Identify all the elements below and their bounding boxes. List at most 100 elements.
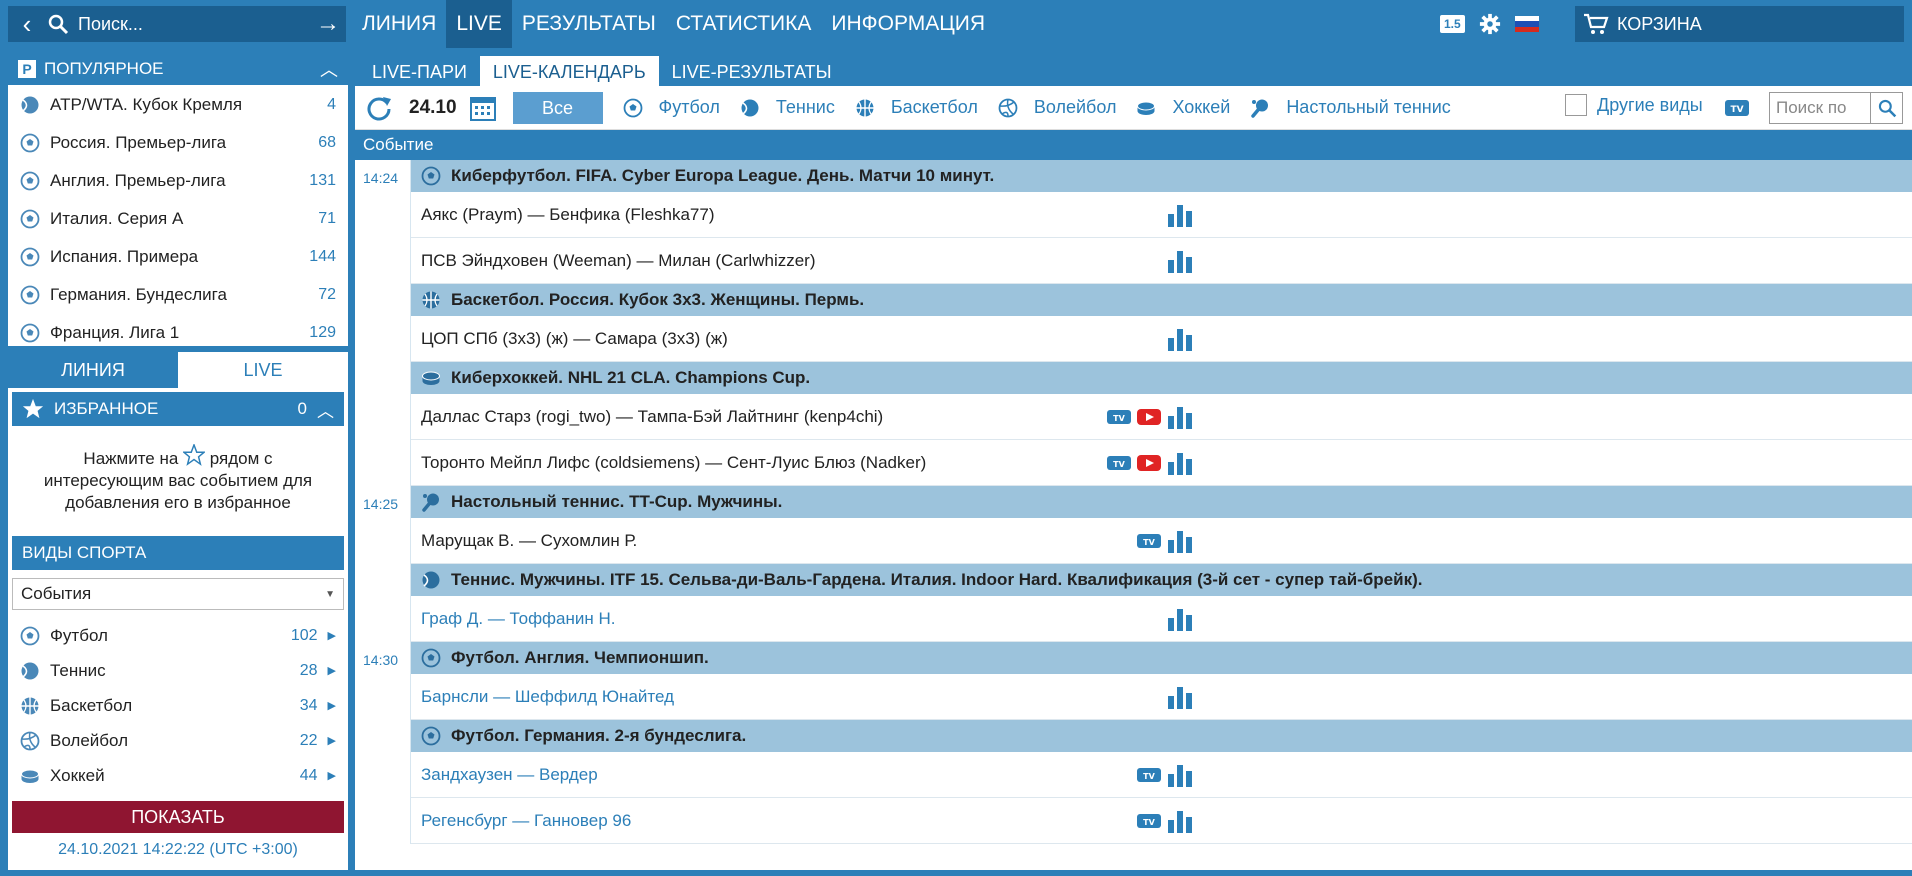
event-search-button[interactable] (1870, 93, 1902, 123)
league-row[interactable]: Настольный теннис. TT-Cup. Мужчины. (411, 486, 1912, 518)
filter-tabletennis[interactable]: Настольный теннис (1250, 97, 1451, 118)
tv-icon[interactable]: TV (1137, 532, 1161, 555)
statistics-icon[interactable] (1167, 808, 1193, 839)
cart-button[interactable]: КОРЗИНА (1575, 6, 1904, 42)
tv-filter-icon[interactable]: TV (1725, 98, 1749, 118)
expand-triangle-icon[interactable]: ▶ (328, 699, 336, 712)
filter-all-button[interactable]: Все (512, 91, 603, 124)
match-row[interactable]: ЦОП СПб (3х3) (ж) — Самара (3х3) (ж) (411, 316, 1912, 362)
popular-item[interactable]: Испания. Примера 144 (8, 238, 348, 276)
popular-item[interactable]: Англия. Премьер-лига 131 (8, 162, 348, 200)
statistics-icon[interactable] (1167, 450, 1193, 481)
expand-triangle-icon[interactable]: ▶ (328, 629, 336, 642)
statistics-icon[interactable] (1167, 762, 1193, 793)
youtube-icon[interactable] (1137, 454, 1161, 477)
match-name[interactable]: Торонто Мейпл Лифс (coldsiemens) — Сент-… (421, 453, 926, 473)
odds-format-badge[interactable]: 1.5 (1440, 15, 1465, 33)
league-row[interactable]: Футбол. Англия. Чемпионшип. (411, 642, 1912, 674)
match-name[interactable]: Зандхаузен — Вердер (421, 765, 598, 785)
search-input[interactable]: Поиск... (78, 14, 310, 35)
expand-triangle-icon[interactable]: ▶ (328, 664, 336, 677)
match-row[interactable]: Даллас Старз (rogi_two) — Тампа-Бэй Лайт… (411, 394, 1912, 440)
filter-basketball[interactable]: Баскетбол (855, 97, 978, 118)
sport-item-basketball[interactable]: Баскетбол 34 ▶ (12, 688, 344, 723)
match-name[interactable]: Марущак В. — Сухомлин Р. (421, 531, 637, 551)
show-button[interactable]: ПОКАЗАТЬ (12, 801, 344, 833)
statistics-icon[interactable] (1167, 528, 1193, 559)
match-row[interactable]: Зандхаузен — Вердер TV (411, 752, 1912, 798)
match-row[interactable]: Граф Д. — Тоффанин Н. (411, 596, 1912, 642)
league-row[interactable]: Теннис. Мужчины. ITF 15. Сельва-ди-Валь-… (411, 564, 1912, 596)
league-row[interactable]: Футбол. Германия. 2-я бундеслига. (411, 720, 1912, 752)
expand-triangle-icon[interactable]: ▶ (328, 734, 336, 747)
filter-hockey[interactable]: Хоккей (1136, 97, 1230, 118)
match-row[interactable]: Торонто Мейпл Лифс (coldsiemens) — Сент-… (411, 440, 1912, 486)
match-row[interactable]: Марущак В. — Сухомлин Р. TV (411, 518, 1912, 564)
statistics-icon[interactable] (1167, 326, 1193, 357)
match-name[interactable]: Барнсли — Шеффилд Юнайтед (421, 687, 674, 707)
match-name[interactable]: Аякс (Praym) — Бенфика (Fleshka77) (421, 205, 715, 225)
match-name[interactable]: Регенсбург — Ганновер 96 (421, 811, 631, 831)
youtube-icon[interactable] (1137, 408, 1161, 431)
search-box[interactable]: ‹ Поиск... → (8, 6, 346, 42)
sport-item-hockey[interactable]: Хоккей 44 ▶ (12, 758, 344, 793)
tab-live[interactable]: LIVE (178, 352, 348, 388)
live-tab-2[interactable]: LIVE-РЕЗУЛЬТАТЫ (659, 56, 845, 86)
match-name[interactable]: Граф Д. — Тоффанин Н. (421, 609, 616, 629)
favorites-header[interactable]: ИЗБРАННОЕ 0 ︿ (12, 392, 344, 426)
tv-icon[interactable]: TV (1137, 766, 1161, 789)
sport-item-tennis[interactable]: Теннис 28 ▶ (12, 653, 344, 688)
event-search-input[interactable]: Поиск по (1770, 98, 1870, 118)
sports-filter-select[interactable]: События ▼ (12, 578, 344, 610)
selected-date[interactable]: 24.10 (409, 97, 457, 119)
popular-item[interactable]: ATP/WTA. Кубок Кремля 4 (8, 86, 348, 124)
filter-football[interactable]: Футбол (623, 97, 720, 118)
expand-triangle-icon[interactable]: ▶ (328, 769, 336, 782)
match-name[interactable]: ЦОП СПб (3х3) (ж) — Самара (3х3) (ж) (421, 329, 728, 349)
search-go-arrow-icon[interactable]: → (310, 10, 346, 38)
tv-icon[interactable]: TV (1107, 408, 1131, 431)
gear-icon[interactable] (1479, 13, 1501, 35)
statistics-icon[interactable] (1167, 606, 1193, 637)
statistics-icon[interactable] (1167, 248, 1193, 279)
nav-item-2[interactable]: РЕЗУЛЬТАТЫ (512, 0, 666, 48)
match-row[interactable]: Барнсли — Шеффилд Юнайтед (411, 674, 1912, 720)
sport-item-football[interactable]: Футбол 102 ▶ (12, 618, 344, 653)
league-row[interactable]: Киберхоккей. NHL 21 CLA. Champions Cup. (411, 362, 1912, 394)
calendar-icon[interactable] (469, 94, 497, 122)
nav-item-0[interactable]: ЛИНИЯ (352, 0, 446, 48)
collapse-chevron-icon[interactable]: ︿ (320, 56, 338, 82)
tv-icon[interactable]: TV (1137, 812, 1161, 835)
nav-item-4[interactable]: ИНФОРМАЦИЯ (821, 0, 995, 48)
match-row[interactable]: ПСВ Эйндховен (Weeman) — Милан (Carlwhiz… (411, 238, 1912, 284)
popular-item[interactable]: Германия. Бундеслига 72 (8, 276, 348, 314)
league-row[interactable]: Баскетбол. Россия. Кубок 3х3. Женщины. П… (411, 284, 1912, 316)
popular-item[interactable]: Франция. Лига 1 129 (8, 314, 348, 346)
popular-header[interactable]: P ПОПУЛЯРНОЕ ︿ (8, 52, 348, 86)
nav-item-3[interactable]: СТАТИСТИКА (666, 0, 822, 48)
tab-line[interactable]: ЛИНИЯ (8, 352, 178, 388)
back-arrow-icon[interactable]: ‹ (8, 6, 46, 42)
statistics-icon[interactable] (1167, 404, 1193, 435)
statistics-icon[interactable] (1167, 202, 1193, 233)
league-row[interactable]: Киберфутбол. FIFA. Cyber Europa League. … (411, 160, 1912, 192)
popular-item[interactable]: Россия. Премьер-лига 68 (8, 124, 348, 162)
live-tab-1[interactable]: LIVE-КАЛЕНДАРЬ (479, 56, 659, 86)
russia-flag-icon[interactable] (1514, 16, 1539, 32)
match-row[interactable]: Аякс (Praym) — Бенфика (Fleshka77) (411, 192, 1912, 238)
match-name[interactable]: Даллас Старз (rogi_two) — Тампа-Бэй Лайт… (421, 407, 883, 427)
popular-item[interactable]: Италия. Серия А 71 (8, 200, 348, 238)
statistics-icon[interactable] (1167, 684, 1193, 715)
other-sports-checkbox[interactable] (1565, 94, 1587, 116)
match-row[interactable]: Регенсбург — Ганновер 96 TV (411, 798, 1912, 844)
other-sports-toggle[interactable]: Другие виды (1565, 94, 1703, 116)
filter-tennis[interactable]: Теннис (740, 97, 835, 118)
collapse-chevron-icon[interactable]: ︿ (317, 397, 334, 422)
nav-item-1[interactable]: LIVE (446, 0, 512, 48)
refresh-icon[interactable] (365, 94, 393, 122)
live-tab-0[interactable]: LIVE-ПАРИ (359, 56, 480, 86)
match-name[interactable]: ПСВ Эйндховен (Weeman) — Милан (Carlwhiz… (421, 251, 816, 271)
filter-volleyball[interactable]: Волейбол (998, 97, 1116, 118)
tv-icon[interactable]: TV (1107, 454, 1131, 477)
event-search[interactable]: Поиск по (1769, 92, 1903, 124)
